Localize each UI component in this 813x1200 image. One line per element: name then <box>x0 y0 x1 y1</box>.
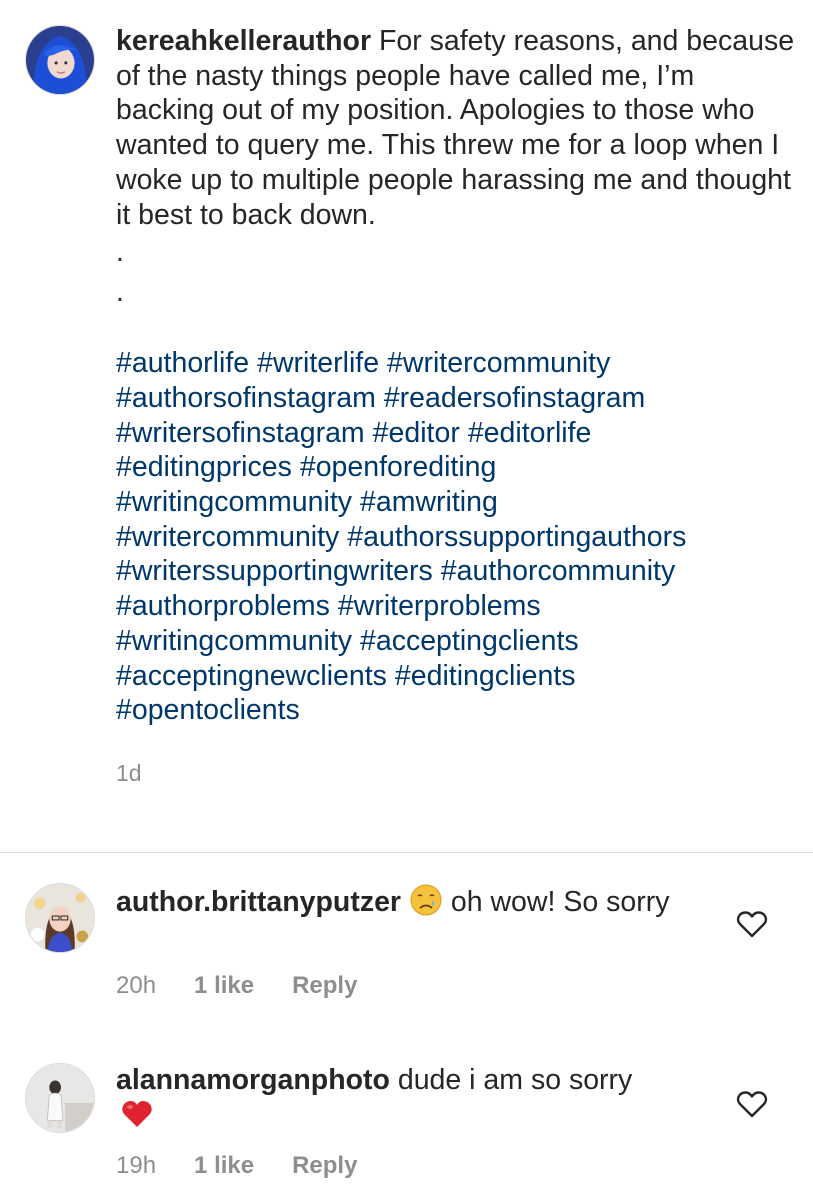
hashtag-link[interactable]: #amwriting <box>360 485 498 520</box>
caption-dot: . <box>116 276 124 309</box>
comment-username[interactable]: alannamorganphoto <box>116 1064 390 1096</box>
comment-meta: 19h 1 like Reply <box>116 1152 357 1180</box>
post-author-avatar[interactable] <box>25 25 95 95</box>
like-heart-icon[interactable] <box>736 1089 768 1119</box>
hashtag-link[interactable]: #authorcommunity <box>441 554 675 589</box>
hashtag-link[interactable]: #editor <box>373 416 460 451</box>
caption-dots: . . <box>116 232 796 312</box>
post-timestamp: 1d <box>116 759 142 786</box>
comment-username[interactable]: author.brittanyputzer <box>116 886 401 918</box>
hashtag-link[interactable]: #acceptingclients <box>360 624 579 659</box>
caption-dot: . <box>116 236 124 269</box>
hashtag-link[interactable]: #authorproblems <box>116 589 330 624</box>
hashtag-link[interactable]: #writersofinstagram <box>116 416 365 451</box>
like-heart-icon[interactable] <box>736 909 768 939</box>
hashtag-link[interactable]: #writerproblems <box>338 589 541 624</box>
hashtag-link[interactable]: #editingclients <box>395 659 576 694</box>
hashtag-list: #authorlife #writerlife #writercommunity #… <box>116 346 796 728</box>
comment-avatar[interactable] <box>25 1063 95 1133</box>
comment-likes-link[interactable]: 1 like <box>194 972 254 1000</box>
comment-body: oh wow! So sorry <box>450 886 670 918</box>
hashtag-link[interactable]: #acceptingnewclients <box>116 659 387 694</box>
comment-meta: 20h 1 like Reply <box>116 972 357 1000</box>
hashtag-link[interactable]: #writerssupportingwriters <box>116 554 433 589</box>
reply-button[interactable]: Reply <box>292 1152 357 1180</box>
post-author-username[interactable]: kereahkellerauthor <box>116 25 371 57</box>
hashtag-link[interactable]: #writingcommunity <box>116 624 352 659</box>
comment-text-block: author.brittanyputzer oh wow! So sorry <box>116 883 706 926</box>
hashtag-link[interactable]: #writingcommunity <box>116 485 352 520</box>
red-heart-icon <box>120 1098 154 1139</box>
post-caption: kereahkellerauthor For safety reasons, a… <box>116 24 796 232</box>
hashtag-link[interactable]: #writercommunity <box>116 520 339 555</box>
hashtag-link[interactable]: #writerlife <box>257 346 379 381</box>
hashtag-link[interactable]: #readersofinstagram <box>384 381 645 416</box>
hashtag-link[interactable]: #editorlife <box>468 416 592 451</box>
comment-body: dude i am so sorry <box>397 1064 633 1096</box>
hashtag-link[interactable]: #openforediting <box>300 450 497 485</box>
hashtag-link[interactable]: #authorsofinstagram <box>116 381 376 416</box>
divider <box>0 852 813 853</box>
hashtag-link[interactable]: #authorlife <box>116 346 249 381</box>
comment-timestamp: 19h <box>116 1152 157 1179</box>
post-caption-block: kereahkellerauthor For safety reasons, a… <box>116 24 796 787</box>
hashtag-link[interactable]: #authorssupportingauthors <box>347 520 686 555</box>
hashtag-link[interactable]: #writercommunity <box>387 346 610 381</box>
comment-avatar[interactable] <box>25 883 95 953</box>
reply-button[interactable]: Reply <box>292 972 357 1000</box>
hashtag-link[interactable]: #editingprices <box>116 450 292 485</box>
comment-timestamp: 20h <box>116 972 157 999</box>
comment-likes-link[interactable]: 1 like <box>194 1152 254 1180</box>
crying-face-icon <box>409 883 443 926</box>
hashtag-link[interactable]: #opentoclients <box>116 693 300 728</box>
comment-text-block: alannamorganphoto dude i am so sorry <box>116 1063 706 1138</box>
